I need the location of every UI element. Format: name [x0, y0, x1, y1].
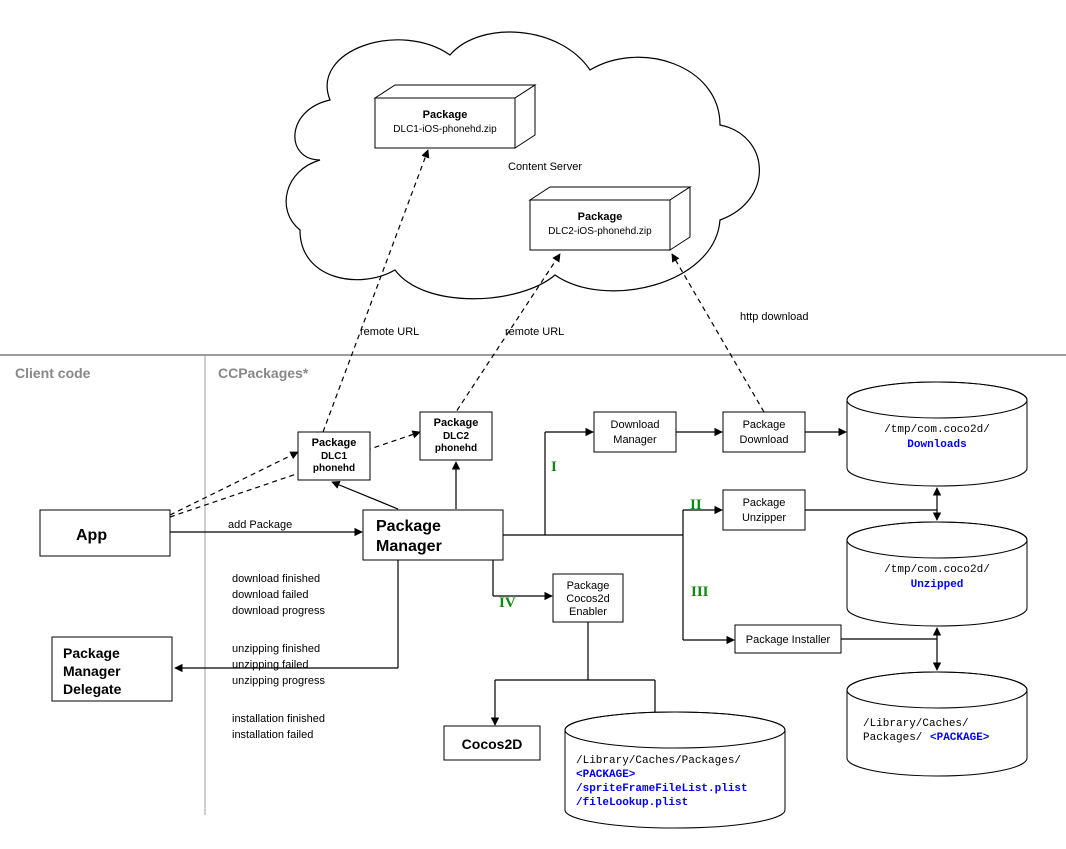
svg-text:Manager: Manager [376, 538, 442, 555]
svg-text:<PACKAGE>: <PACKAGE> [576, 769, 636, 781]
storage-unzipped: /tmp/com.coco2d/ Unzipped [847, 522, 1027, 626]
svg-text:DLC1: DLC1 [321, 451, 348, 462]
step-iv: IV [499, 595, 516, 611]
svg-text:unzipping finished: unzipping finished [232, 643, 320, 655]
cloud-label: Content Server [508, 161, 582, 173]
cloud-server: Content Server Package DLC1-iOS-phonehd.… [286, 32, 759, 299]
node-package-dlc1: Package DLC1 phonehd [298, 432, 370, 480]
svg-text:DLC2: DLC2 [443, 431, 470, 442]
arrow-app-pkg1 [170, 452, 298, 515]
node-cocos2d: Cocos2D [444, 726, 540, 760]
svg-text:Unzipper: Unzipper [742, 512, 786, 524]
storage-enabler-plist: /Library/Caches/Packages/ <PACKAGE> /spr… [565, 712, 785, 828]
svg-text:unzipping progress: unzipping progress [232, 675, 325, 687]
svg-text:installation finished: installation finished [232, 713, 325, 725]
svg-text:Manager: Manager [613, 434, 657, 446]
svg-text:Manager: Manager [63, 663, 121, 679]
section-client-code: Client code [15, 365, 91, 381]
section-ccpackages: CCPackages* [218, 365, 309, 381]
svg-text:Package: Package [434, 417, 479, 429]
svg-text:Download: Download [611, 419, 660, 431]
event-labels: download finished download failed downlo… [232, 573, 325, 741]
svg-text:Delegate: Delegate [63, 681, 122, 697]
step-i: I [551, 459, 557, 475]
svg-text:installation failed: installation failed [232, 729, 313, 741]
cloud-package-2: Package DLC2-iOS-phonehd.zip [530, 187, 690, 250]
pkg2-file: DLC2-iOS-phonehd.zip [548, 226, 652, 237]
arrow-app-pkg2 [170, 432, 420, 517]
node-app: App [40, 510, 170, 556]
svg-text:download failed: download failed [232, 589, 308, 601]
svg-text:phonehd: phonehd [435, 443, 477, 454]
arrow-remote-url-1 [323, 150, 428, 432]
svg-text:download finished: download finished [232, 573, 320, 585]
step-iii: III [691, 584, 709, 600]
svg-text:phonehd: phonehd [313, 463, 355, 474]
node-package-unzipper: Package Unzipper [723, 490, 805, 530]
svg-text:/tmp/com.coco2d/: /tmp/com.coco2d/ [884, 424, 990, 436]
svg-text:Cocos2D: Cocos2D [462, 736, 523, 752]
svg-text:Package Installer: Package Installer [746, 634, 831, 646]
step-ii: II [690, 497, 702, 513]
cloud-package-1: Package DLC1-iOS-phonehd.zip [375, 85, 535, 148]
svg-text:Package: Package [312, 437, 357, 449]
node-delegate: Package Manager Delegate [52, 637, 172, 701]
svg-text:Unzipped: Unzipped [911, 579, 964, 591]
storage-downloads: /tmp/com.coco2d/ Downloads [847, 382, 1027, 486]
svg-text:<PACKAGE>: <PACKAGE> [930, 732, 990, 744]
svg-text:Package: Package [743, 497, 786, 509]
label-remote-url-2: remote URL [505, 326, 564, 338]
label-add-package: add Package [228, 519, 292, 531]
pkg2-title: Package [578, 211, 623, 223]
storage-library: /Library/Caches/ Packages/ <PACKAGE> [847, 672, 1027, 776]
svg-text:/tmp/com.coco2d/: /tmp/com.coco2d/ [884, 564, 990, 576]
node-package-dlc2: Package DLC2 phonehd [420, 412, 492, 460]
label-remote-url-1: remote URL [360, 326, 419, 338]
arrow-http-download [672, 254, 764, 412]
svg-text:/spriteFrameFileList.plist: /spriteFrameFileList.plist [576, 783, 748, 795]
svg-text:Enabler: Enabler [569, 606, 607, 618]
svg-text:Package: Package [63, 645, 120, 661]
node-package-download: Package Download [723, 412, 805, 452]
label-http-download: http download [740, 311, 809, 323]
node-enabler: Package Cocos2d Enabler [553, 574, 623, 622]
svg-text:Package: Package [567, 580, 610, 592]
svg-text:Package: Package [743, 419, 786, 431]
node-package-manager: Package Manager [363, 510, 503, 560]
svg-text:/Library/Caches/: /Library/Caches/ [863, 718, 969, 730]
svg-text:Downloads: Downloads [907, 439, 966, 451]
svg-text:Cocos2d: Cocos2d [566, 593, 609, 605]
node-package-installer: Package Installer [735, 625, 841, 653]
svg-text:/fileLookup.plist: /fileLookup.plist [576, 797, 688, 809]
diagram: Content Server Package DLC1-iOS-phonehd.… [0, 0, 1066, 849]
pkg1-title: Package [423, 109, 468, 121]
svg-text:/Library/Caches/Packages/: /Library/Caches/Packages/ [576, 755, 741, 767]
svg-text:App: App [76, 527, 107, 544]
svg-text:Download: Download [740, 434, 789, 446]
node-download-manager: Download Manager [594, 412, 676, 452]
arrow-pm-to-pkg1 [332, 482, 398, 509]
svg-text:Package: Package [376, 518, 441, 535]
svg-text:download progress: download progress [232, 605, 325, 617]
svg-text:unzipping failed: unzipping failed [232, 659, 308, 671]
pkg1-file: DLC1-iOS-phonehd.zip [393, 124, 497, 135]
svg-text:Packages/: Packages/ [863, 732, 922, 744]
